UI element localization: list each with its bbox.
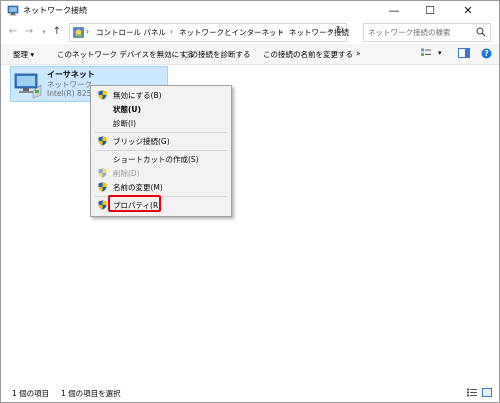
menu-separator	[95, 132, 227, 133]
uac-shield-icon	[98, 90, 107, 100]
ethernet-adapter-icon	[14, 73, 42, 99]
menu-item-label: 診断(I)	[113, 119, 137, 128]
search-placeholder: ネットワーク接続の検索	[368, 28, 451, 37]
command-bar: 整理 ▾ このネットワーク デバイスを無効にする この接続を診断する この接続の…	[1, 44, 499, 65]
menu-item-label: ブリッジ接続(G)	[113, 137, 170, 146]
diagnose-connection-button[interactable]: この接続を診断する	[183, 49, 251, 60]
address-dropdown-icon[interactable]: ▾	[328, 27, 332, 35]
breadcrumb-separator-icon: ›	[86, 27, 89, 36]
breadcrumb-network-internet[interactable]: ネットワークとインターネット	[179, 27, 284, 38]
menu-item-rename[interactable]: 名前の変更(M)	[91, 180, 231, 194]
maximize-button[interactable]: ☐	[415, 1, 445, 21]
organize-button[interactable]: 整理 ▾	[13, 49, 34, 60]
status-bar: 1 個の項目 1 個の項目を選択	[1, 383, 499, 402]
menu-item-delete: 削除(D)	[91, 166, 231, 180]
control-panel-icon	[73, 27, 84, 38]
disable-device-button[interactable]: このネットワーク デバイスを無効にする	[57, 49, 194, 60]
status-selected-count: 1 個の項目を選択	[61, 389, 121, 398]
back-icon[interactable]: ←	[7, 25, 19, 39]
address-row: ← → ▾ ↑ › コントロール パネル › ネットワークとインターネット › …	[1, 21, 499, 43]
menu-separator	[95, 150, 227, 151]
forward-icon[interactable]: →	[23, 25, 35, 39]
menu-item-label: ショートカットの作成(S)	[113, 155, 199, 164]
details-view-icon[interactable]	[467, 388, 477, 397]
window: ネットワーク接続 — ☐ ✕ ← → ▾ ↑ › コントロール パネル › ネッ…	[0, 0, 500, 403]
connections-list	[1, 65, 499, 382]
large-icons-view-icon[interactable]	[482, 388, 492, 397]
menu-item-status[interactable]: 状態(U)	[91, 102, 231, 116]
connection-adapter: Intel(R) 8257	[47, 89, 97, 98]
help-icon[interactable]: ?	[481, 48, 492, 59]
network-connections-icon	[7, 5, 19, 16]
window-title: ネットワーク接続	[23, 6, 87, 15]
breadcrumb-separator-icon: ›	[280, 27, 283, 36]
preview-pane-icon[interactable]	[458, 48, 470, 59]
rename-connection-button[interactable]: この接続の名前を変更する	[263, 49, 353, 60]
search-icon	[476, 27, 486, 37]
up-icon[interactable]: ↑	[51, 25, 63, 39]
more-commands-button[interactable]: »	[356, 49, 361, 58]
menu-item-create-shortcut[interactable]: ショートカットの作成(S)	[91, 152, 231, 166]
menu-item-label: 名前の変更(M)	[113, 183, 163, 192]
change-view-icon[interactable]	[421, 48, 433, 59]
search-box[interactable]: ネットワーク接続の検索	[363, 23, 491, 42]
menu-item-disable[interactable]: 無効にする(B)	[91, 88, 231, 102]
view-options-chevron-icon[interactable]: ▾	[438, 49, 442, 57]
status-item-count: 1 個の項目	[12, 389, 50, 398]
menu-item-label: 状態(U)	[113, 105, 141, 114]
breadcrumb-control-panel[interactable]: コントロール パネル	[96, 27, 166, 38]
menu-item-label: 削除(D)	[113, 169, 140, 178]
breadcrumb-separator-icon: ›	[170, 27, 173, 36]
organize-label: 整理	[13, 50, 28, 59]
menu-item-bridge[interactable]: ブリッジ接続(G)	[91, 134, 231, 148]
svg-text:?: ?	[484, 49, 488, 58]
recent-locations-icon[interactable]: ▾	[38, 25, 50, 39]
title-bar: ネットワーク接続 — ☐ ✕	[1, 1, 499, 21]
context-menu: 無効にする(B) 状態(U) 診断(I) ブリッジ接続(G) ショートカットの作…	[90, 85, 232, 217]
properties-highlight-box	[108, 195, 161, 212]
close-button[interactable]: ✕	[453, 1, 483, 21]
menu-item-label: 無効にする(B)	[113, 91, 162, 100]
chevron-down-icon: ▾	[30, 50, 35, 59]
refresh-icon[interactable]: ↻	[336, 25, 344, 36]
minimize-button[interactable]: —	[379, 1, 409, 21]
menu-item-diagnose[interactable]: 診断(I)	[91, 116, 231, 130]
uac-shield-icon	[98, 168, 107, 178]
uac-shield-icon	[98, 136, 107, 146]
address-bar[interactable]: › コントロール パネル › ネットワークとインターネット › ネットワーク接続…	[69, 23, 349, 42]
uac-shield-icon	[98, 182, 107, 192]
uac-shield-icon	[98, 200, 107, 210]
